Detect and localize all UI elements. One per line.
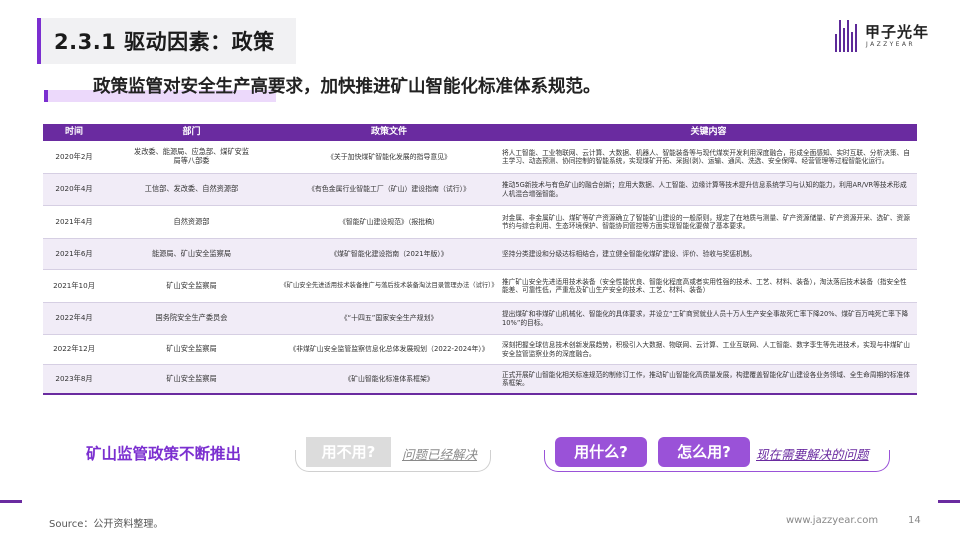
- logo-text-cn: 甲子光年: [865, 23, 930, 41]
- step-how-to-use: 怎么用?: [658, 437, 750, 467]
- step-whether-to-use: 用不用?: [306, 437, 391, 467]
- note-pending: 现在需要解决的问题: [756, 447, 869, 462]
- table-row: 2022年12月 矿山安全监察局 《非煤矿山安全监管监察信息化总体发展规划（20…: [43, 335, 917, 365]
- cell-doc: 《“十四五”国家安全生产规划》: [340, 314, 438, 323]
- cell-dept-text: 矿山安全监察局: [166, 373, 217, 383]
- table-row: 2022年4月 国务院安全生产委员会 《“十四五”国家安全生产规划》 提出煤矿和…: [43, 303, 917, 335]
- cell-time: 2022年12月: [53, 344, 95, 354]
- column-header-time: 时间: [64, 127, 83, 137]
- cell-key-text: 对金属、非金属矿山、煤矿等矿产资源确立了智能矿山建设的一般原则，规定了在地质与测…: [502, 213, 910, 230]
- column-header-doc: 政策文件: [370, 127, 407, 137]
- step-what-to-use: 用什么?: [555, 437, 647, 467]
- cell-dept-text: 自然资源部: [173, 216, 210, 226]
- cell-key-text: 推广矿山安全先进适用技术装备（安全性能优良、智能化程度高或者实用性强的技术、工艺…: [502, 277, 907, 294]
- cell-doc: 《矿山安全先进适用技术装备推广与落后技术装备淘汰目录管理办法（试行）》: [280, 281, 498, 289]
- cell-key: 推动5G新技术与有色矿山的融合创新；应用大数据、人工智能、边缘计算等技术提升信息…: [500, 174, 917, 205]
- cell-time: 2022年4月: [55, 313, 93, 323]
- page-number: 14: [908, 515, 921, 526]
- policy-table: 时间 部门 政策文件 关键内容 2020年2月 发改委、能源局、应急部、煤矿安监…: [43, 124, 917, 395]
- cell-key-text: 将人工智能、工业物联网、云计算、大数据、机器人、智能装备等与现代煤炭开发利用深度…: [502, 148, 910, 165]
- cell-time: 2021年10月: [53, 280, 95, 290]
- cell-key-text: 正式开展矿山智能化相关标准规范的制修订工作，推动矿山智能化高质量发展，构建覆盖智…: [502, 370, 910, 387]
- logo-text-en: JAZZYEAR: [866, 41, 915, 48]
- cell-dept-text: 能源局、矿山安全监察局: [151, 248, 232, 258]
- flow-label: 矿山监管政策不断推出: [86, 445, 242, 463]
- website-link[interactable]: www.jazzyear.com: [786, 515, 878, 526]
- footer-accent-left: [0, 500, 22, 503]
- cell-key: 将人工智能、工业物联网、云计算、大数据、机器人、智能装备等与现代煤炭开发利用深度…: [500, 141, 917, 173]
- table-row: 2021年4月 自然资源部 《智能矿山建设规范》（报批稿） 对金属、非金属矿山、…: [43, 206, 917, 239]
- cell-time: 2020年4月: [55, 184, 93, 194]
- cell-key-text: 推动5G新技术与有色矿山的融合创新；应用大数据、人工智能、边缘计算等技术提升信息…: [502, 181, 907, 198]
- source-note: Source：公开资料整理。: [49, 519, 164, 530]
- table-row: 2020年4月 工信部、发改委、自然资源部 《有色金属行业智能工厂（矿山）建设指…: [43, 174, 917, 206]
- section-title: 2.3.1 驱动因素：政策: [54, 30, 275, 54]
- cell-doc: 《煤矿智能化建设指南（2021年版）》: [330, 249, 448, 258]
- cell-doc: 《关于加快煤矿智能化发展的指导意见》: [326, 152, 452, 161]
- table-row: 2023年8月 矿山安全监察局 《矿山智能化标准体系框架》 正式开展矿山智能化相…: [43, 365, 917, 393]
- cell-dept: 矿山安全监察局: [105, 365, 278, 393]
- cell-key-text: 提出煤矿和非煤矿山机械化、智能化的具体要求，并设立“工矿商贸就业人员十万人生产安…: [502, 310, 909, 327]
- cell-doc: 《有色金属行业智能工厂（矿山）建设指南（试行）》: [308, 185, 470, 194]
- cell-dept: 国务院安全生产委员会: [105, 303, 278, 334]
- table-row: 2021年6月 能源局、矿山安全监察局 《煤矿智能化建设指南（2021年版）》 …: [43, 239, 917, 270]
- cell-key: 深刻把握全球信息技术创新发展趋势，积极引入大数据、物联网、云计算、工业互联网、人…: [500, 335, 917, 364]
- cell-key-text: 深刻把握全球信息技术创新发展趋势，积极引入大数据、物联网、云计算、工业互联网、人…: [502, 341, 910, 358]
- cell-key: 坚持分类建设和分级达标相结合，建立健全智能化煤矿建设、评价、验收与奖惩机制。: [500, 239, 917, 269]
- table-row: 2021年10月 矿山安全监察局 《矿山安全先进适用技术装备推广与落后技术装备淘…: [43, 270, 917, 303]
- logo-mark-icon: [835, 20, 861, 52]
- cell-dept-text: 发改委、能源局、应急部、煤矿安监局等八部委: [134, 147, 250, 165]
- cell-key: 正式开展矿山智能化相关标准规范的制修订工作，推动矿山智能化高质量发展，构建覆盖智…: [500, 365, 917, 393]
- cell-doc: 《非煤矿山安全监管监察信息化总体发展规划（2022-2024年）》: [289, 345, 489, 354]
- cell-dept-text: 国务院安全生产委员会: [155, 313, 228, 323]
- cell-key: 推广矿山安全先进适用技术装备（安全性能优良、智能化程度高或者实用性强的技术、工艺…: [500, 270, 917, 302]
- cell-time: 2021年6月: [55, 248, 93, 258]
- cell-key: 对金属、非金属矿山、煤矿等矿产资源确立了智能矿山建设的一般原则，规定了在地质与测…: [500, 206, 917, 238]
- cell-dept-text: 工信部、发改委、自然资源部: [144, 184, 239, 194]
- column-header-key: 关键内容: [690, 127, 727, 137]
- subtitle-accent: [44, 90, 48, 102]
- cell-key: 提出煤矿和非煤矿山机械化、智能化的具体要求，并设立“工矿商贸就业人员十万人生产安…: [500, 303, 917, 334]
- note-solved: 问题已经解决: [402, 447, 478, 462]
- cell-time: 2021年4月: [55, 216, 93, 226]
- cell-time: 2020年2月: [55, 151, 93, 161]
- cell-key-text: 坚持分类建设和分级达标相结合，建立健全智能化煤矿建设、评价、验收与奖惩机制。: [502, 249, 757, 258]
- cell-dept: 矿山安全监察局: [105, 270, 278, 302]
- footer-accent-right: [938, 500, 960, 503]
- cell-time: 2023年8月: [55, 373, 93, 383]
- brand-logo: 甲子光年 JAZZYEAR: [835, 20, 945, 52]
- cell-dept: 矿山安全监察局: [105, 335, 278, 364]
- cell-doc: 《智能矿山建设规范》（报批稿）: [339, 217, 439, 226]
- cell-dept: 发改委、能源局、应急部、煤矿安监局等八部委: [105, 141, 278, 173]
- cell-dept: 能源局、矿山安全监察局: [105, 239, 278, 269]
- table-row: 2020年2月 发改委、能源局、应急部、煤矿安监局等八部委 《关于加快煤矿智能化…: [43, 141, 917, 174]
- table-header: 时间 部门 政策文件 关键内容: [43, 124, 917, 141]
- cell-dept: 工信部、发改委、自然资源部: [105, 174, 278, 205]
- cell-dept: 自然资源部: [105, 206, 278, 238]
- page-subtitle: 政策监管对安全生产高要求，加快推进矿山智能化标准体系规范。: [93, 77, 601, 97]
- cell-dept-text: 矿山安全监察局: [166, 280, 217, 290]
- cell-doc: 《矿山智能化标准体系框架》: [344, 374, 434, 383]
- column-header-dept: 部门: [182, 127, 201, 137]
- cell-dept-text: 矿山安全监察局: [166, 344, 217, 354]
